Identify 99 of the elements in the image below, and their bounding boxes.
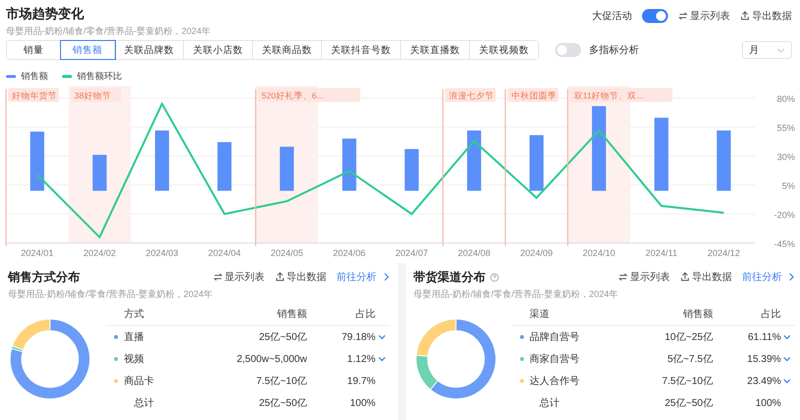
table-cell-text: 直播 xyxy=(124,330,144,344)
chevron-right-icon xyxy=(382,272,390,282)
table-cell-text: 达人合作号 xyxy=(530,374,580,388)
y-axis-label: 5% xyxy=(782,181,795,191)
table-cell: 25亿~50亿 xyxy=(664,398,713,409)
sales-bar xyxy=(92,154,107,191)
table-cell-text: 商品卡 xyxy=(124,374,154,388)
card-title: 带货渠道分布 xyxy=(414,269,486,286)
column-header: 渠道 xyxy=(512,303,626,326)
table-cell: 25亿~50亿 xyxy=(258,398,308,409)
show-list-link[interactable]: 显示列表 xyxy=(678,9,730,23)
table-cell: 7.5亿~10亿 xyxy=(256,376,308,387)
table-cell: 2,500w~5,000w xyxy=(236,354,308,364)
swap-arrows-icon xyxy=(212,272,223,282)
table-cell: 79.18% xyxy=(342,332,376,342)
promo-toggle[interactable] xyxy=(642,9,668,23)
event-marker: 38好物节 xyxy=(70,88,122,102)
x-axis-label: 2024/07 xyxy=(395,248,428,258)
donut-slice xyxy=(415,354,438,390)
table-cell-text: 总计 xyxy=(540,396,560,410)
sales-bar xyxy=(30,132,44,191)
sales-bar xyxy=(404,149,419,191)
column-header: 销售额 xyxy=(188,303,308,326)
card-title: 销售方式分布 xyxy=(8,269,80,286)
sales-bar xyxy=(155,130,170,191)
expand-icon[interactable] xyxy=(783,378,792,384)
expand-icon[interactable] xyxy=(378,334,386,340)
x-axis-label: 2024/11 xyxy=(645,248,678,258)
y-axis-label: 80% xyxy=(776,94,795,104)
column-header: 占比 xyxy=(308,303,390,326)
table-cell: 61.11% xyxy=(748,332,782,342)
table-cell: 7.5亿~10亿 xyxy=(662,376,713,387)
x-axis-label: 2024/10 xyxy=(582,248,616,258)
expand-icon[interactable] xyxy=(783,334,792,340)
sales-bar xyxy=(467,130,482,191)
table-cell: 5亿~7.5亿 xyxy=(668,354,713,365)
legend-item[interactable]: 销售额 xyxy=(6,69,48,84)
x-axis-label: 2024/06 xyxy=(333,248,366,258)
table-cell-text: 品牌自营号 xyxy=(530,330,580,344)
x-axis-label: 2024/09 xyxy=(520,248,553,258)
x-axis-label: 2024/04 xyxy=(208,248,241,258)
table-cell: 19.7% xyxy=(347,376,376,386)
table-cell: 25亿~50亿 xyxy=(258,332,308,343)
x-axis-label: 2024/08 xyxy=(458,248,490,258)
section-title: 市场趋势变化 xyxy=(6,5,85,23)
table-cell: 23.49% xyxy=(747,376,782,386)
export-link[interactable]: 导出数据 xyxy=(740,9,792,23)
x-axis-label: 2024/12 xyxy=(708,248,740,258)
export-link[interactable]: 导出数据 xyxy=(274,270,327,284)
donut-slice xyxy=(429,318,496,399)
sales-bar xyxy=(217,142,232,191)
analysis-link[interactable]: 前往分析 xyxy=(742,270,796,284)
expand-icon[interactable] xyxy=(378,356,386,362)
help-icon[interactable] xyxy=(490,273,499,282)
expand-icon[interactable] xyxy=(783,356,792,362)
column-header: 销售额 xyxy=(626,303,714,326)
export-icon xyxy=(680,272,690,282)
x-axis-label: 2024/05 xyxy=(270,248,304,258)
multi-metric-toggle[interactable] xyxy=(555,43,581,57)
card-subtitle: 母婴用品-奶粉/辅食/零食/营养品-婴童奶粉，2024年 xyxy=(414,288,618,301)
swap-arrows-icon xyxy=(678,11,688,21)
card-subtitle: 母婴用品-奶粉/辅食/零食/营养品-婴童奶粉，2024年 xyxy=(8,288,213,301)
x-axis-label: 2024/02 xyxy=(83,248,116,258)
legend-item[interactable]: 销售额环比 xyxy=(62,69,122,84)
export-icon xyxy=(740,11,750,21)
y-axis-label: -20% xyxy=(774,210,795,220)
table-cell-text: 商家自营号 xyxy=(530,352,580,366)
x-axis-label: 2024/01 xyxy=(20,248,54,258)
swap-arrows-icon xyxy=(618,272,628,282)
promo-label: 大促活动 xyxy=(592,10,632,23)
table-cell: 15.39% xyxy=(747,354,782,364)
table-cell: 10亿~25亿 xyxy=(664,332,713,343)
sales-bar xyxy=(342,138,356,191)
show-list-link[interactable]: 显示列表 xyxy=(618,270,670,284)
chevron-down-icon xyxy=(777,48,785,52)
sales-bar xyxy=(530,135,544,191)
y-axis-label: 55% xyxy=(776,123,795,133)
table-cell-text: 视频 xyxy=(124,352,144,366)
export-icon xyxy=(274,272,285,282)
metric-tab[interactable]: 销售额 xyxy=(61,41,115,59)
column-header: 方式 xyxy=(106,303,188,326)
table-cell: 100% xyxy=(755,398,782,408)
x-axis-label: 2024/03 xyxy=(146,248,178,258)
table-cell: 100% xyxy=(350,398,376,408)
section-subtitle: 母婴用品-奶粉/辅食/零食/营养品-婴童奶粉，2024年 xyxy=(6,25,211,38)
column-header: 占比 xyxy=(714,303,796,326)
y-axis-label: 30% xyxy=(776,152,795,162)
donut-slice xyxy=(415,318,456,356)
sales-bar xyxy=(716,130,731,191)
export-link[interactable]: 导出数据 xyxy=(680,270,732,284)
table-cell-text: 总计 xyxy=(134,396,154,410)
chevron-right-icon xyxy=(788,272,796,282)
table-cell: 1.12% xyxy=(347,354,376,364)
y-axis-label: -45% xyxy=(774,239,795,249)
period-dropdown[interactable]: 月 xyxy=(742,41,792,59)
multi-metric-label: 多指标分析 xyxy=(589,44,639,57)
sales-bar xyxy=(280,146,294,191)
show-list-link[interactable]: 显示列表 xyxy=(212,270,265,284)
analysis-link[interactable]: 前往分析 xyxy=(336,270,390,284)
